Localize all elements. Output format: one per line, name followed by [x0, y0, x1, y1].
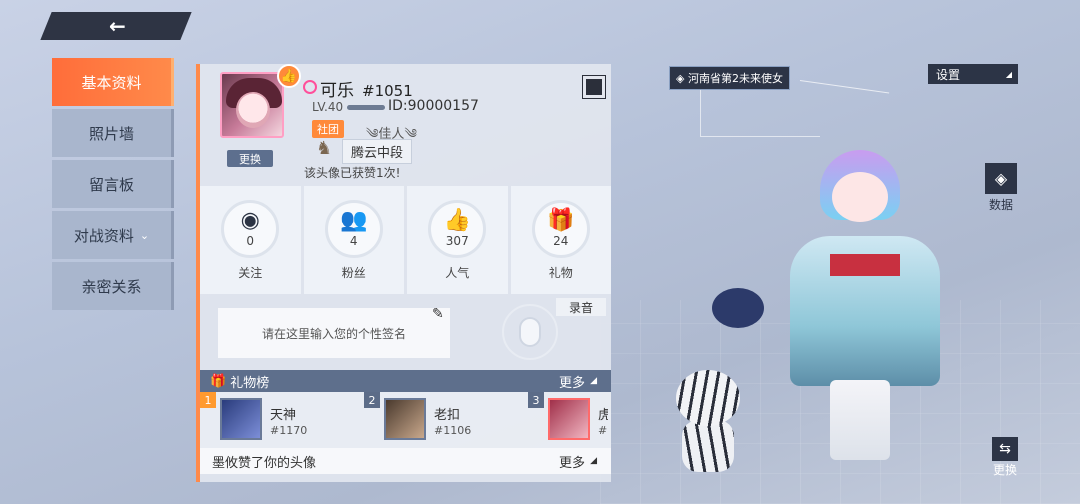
- player-character: [730, 140, 990, 480]
- side-nav: 基本资料 照片墙 留言板 对战资料 ⌄ 亲密关系: [52, 58, 174, 313]
- player-level: LV.40: [312, 100, 389, 114]
- rank-number: 3: [528, 392, 544, 408]
- rank-number: 2: [364, 392, 380, 408]
- profile-header: 👍 更换 可乐 #1051 LV.40 ID:90000157 社团 ༄佳人༄ ♞…: [200, 64, 611, 182]
- rank-label: 腾云中段: [342, 139, 413, 164]
- gift-board-entry[interactable]: 1 天神 #1170: [200, 392, 364, 448]
- club-badge[interactable]: 社团: [312, 120, 344, 138]
- avatar-face: [236, 92, 270, 128]
- tiger-pet: [672, 370, 744, 474]
- tiger-body: [682, 420, 734, 472]
- corner-triangle-icon: ◢: [590, 456, 597, 466]
- rank-number: 1: [200, 392, 216, 408]
- corner-triangle-icon: ◢: [1005, 70, 1012, 79]
- fans-icon: 👥: [340, 207, 368, 233]
- thumbs-up-icon: 👍: [443, 207, 471, 233]
- gift-icon: 🎁: [547, 207, 575, 233]
- swap-button[interactable]: ⇆ 更换: [990, 437, 1020, 478]
- avatar: [220, 398, 262, 440]
- stat-circle: 👥 4: [324, 199, 383, 258]
- nav-item-message-board[interactable]: 留言板: [52, 160, 174, 208]
- connector-line: [799, 80, 890, 94]
- character-sash: [830, 254, 900, 276]
- nav-item-photo-wall[interactable]: 照片墙: [52, 109, 174, 157]
- gift-board-list: 1 天神 #1170 2 老扣 #1106 3 虎 #1: [200, 392, 611, 448]
- rank-wings-icon: ♞: [316, 138, 333, 159]
- stat-circle: 👍 307: [428, 199, 487, 258]
- gift-board-more-button[interactable]: 更多: [559, 372, 585, 391]
- avatar-likes-note: 该头像已获赞1次!: [304, 166, 401, 180]
- profile-panel: 👍 更换 可乐 #1051 LV.40 ID:90000157 社团 ༄佳人༄ ♞…: [196, 64, 611, 482]
- notice-more-button[interactable]: 更多: [559, 452, 585, 471]
- stat-gifts[interactable]: 🎁 24 礼物: [510, 186, 611, 294]
- stat-popularity[interactable]: 👍 307 人气: [407, 186, 508, 294]
- stats-row: ◉ 0 关注 👥 4 粉丝 👍 307 人气 🎁 24 礼物: [200, 186, 611, 294]
- qr-code-icon[interactable]: [582, 75, 606, 99]
- gift-small-icon: 🎁: [210, 373, 227, 389]
- microphone-button[interactable]: [500, 302, 560, 362]
- notification-bar[interactable]: 墨攸赞了你的头像 更多 ◢: [200, 448, 611, 474]
- stat-following[interactable]: ◉ 0 关注: [200, 186, 301, 294]
- record-button[interactable]: 录音: [556, 298, 606, 316]
- settings-button[interactable]: 设置 ◢: [928, 64, 1018, 84]
- connector-line: [700, 136, 820, 137]
- tiger-head: [676, 370, 740, 426]
- corner-triangle-icon: ◢: [590, 376, 597, 386]
- eye-icon: ◉: [240, 207, 260, 233]
- stat-circle: ◉ 0: [221, 199, 280, 258]
- avatar: [384, 398, 426, 440]
- connector-line: [700, 86, 701, 136]
- level-bar: [347, 105, 386, 110]
- nav-item-intimacy[interactable]: 亲密关系: [52, 262, 174, 310]
- location-tag[interactable]: ◈ 河南省第2未来使女: [669, 66, 790, 90]
- character-legs: [830, 380, 890, 460]
- female-gender-icon: [303, 80, 317, 94]
- nav-item-battle-data[interactable]: 对战资料 ⌄: [52, 211, 174, 259]
- stat-fans[interactable]: 👥 4 粉丝: [303, 186, 404, 294]
- gift-board-entry[interactable]: 2 老扣 #1106: [364, 392, 528, 448]
- swap-arrows-icon: ⇆: [992, 437, 1018, 461]
- signature-area: 请在这里输入您的个性签名 ✎ 录音: [200, 294, 611, 370]
- fish-pet: [712, 288, 764, 328]
- avatar[interactable]: [220, 72, 284, 138]
- back-button[interactable]: ←: [40, 12, 192, 40]
- player-id: ID:90000157: [388, 98, 479, 114]
- gift-board-entry[interactable]: 3 虎 #1: [528, 392, 608, 448]
- back-arrow-icon: ←: [108, 14, 124, 38]
- chevron-down-icon: ⌄: [139, 228, 150, 242]
- character-face: [832, 172, 888, 222]
- like-badge-icon[interactable]: 👍: [277, 64, 301, 88]
- gift-board-header: 🎁 礼物榜 更多 ◢: [200, 370, 611, 392]
- stat-circle: 🎁 24: [531, 199, 590, 258]
- avatar: [548, 398, 590, 440]
- mic-ring: [502, 304, 558, 360]
- change-avatar-button[interactable]: 更换: [227, 150, 273, 167]
- signature-input[interactable]: 请在这里输入您的个性签名: [218, 308, 450, 358]
- pencil-icon[interactable]: ✎: [432, 306, 444, 322]
- nav-item-basic-info[interactable]: 基本资料: [52, 58, 174, 106]
